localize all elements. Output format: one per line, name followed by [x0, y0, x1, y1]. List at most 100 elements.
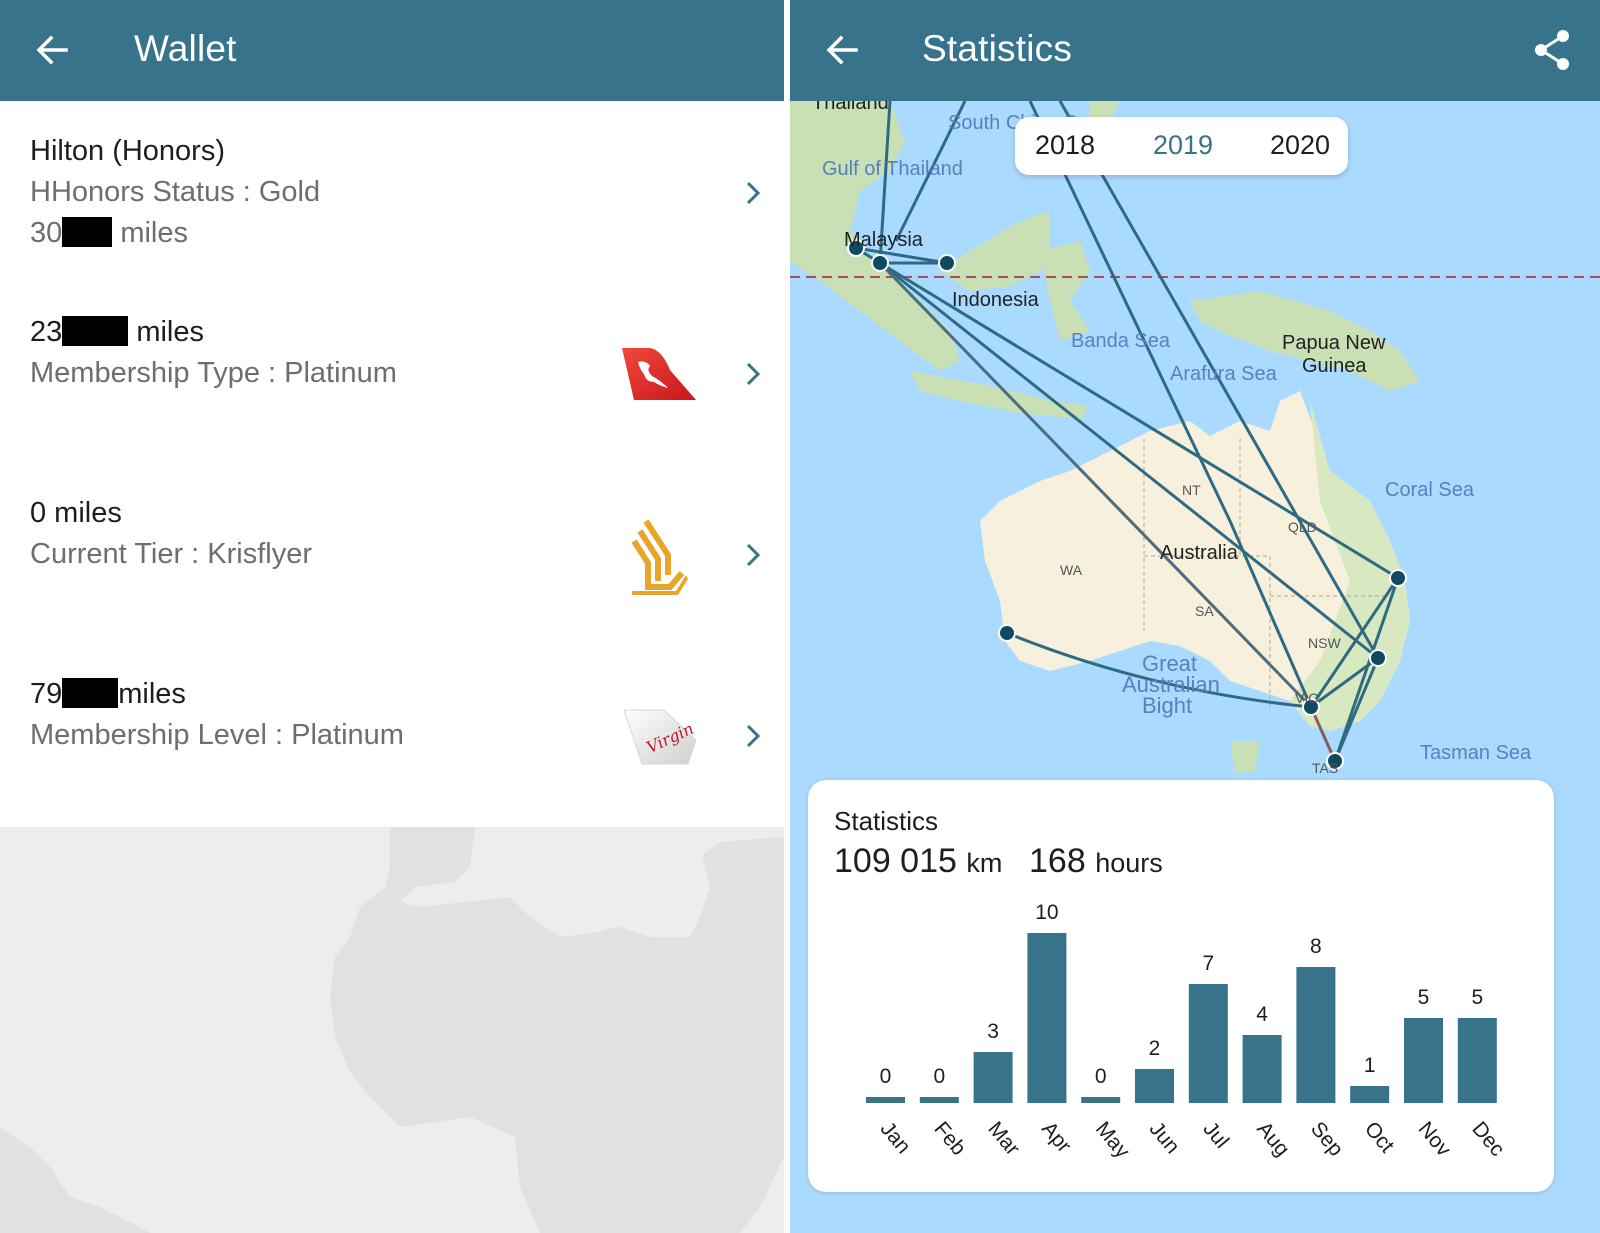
bar-jan	[866, 1097, 905, 1103]
bar-value-label: 7	[1202, 952, 1214, 975]
bar-jun	[1135, 1069, 1174, 1103]
wallet-app-bar: Wallet	[0, 0, 784, 101]
x-tick-label: Dec	[1467, 1117, 1509, 1160]
back-arrow-icon[interactable]	[32, 26, 72, 74]
bar-value-label: 0	[933, 1065, 945, 1088]
status-text: HHonors Status : Gold	[30, 176, 321, 208]
bar-value-label: 5	[1471, 986, 1483, 1009]
airport-perth[interactable]	[998, 624, 1016, 642]
year-tab-2019[interactable]: 2019	[1153, 130, 1213, 161]
chevron-right-icon[interactable]	[742, 720, 764, 752]
x-tick-label: Jul	[1198, 1117, 1233, 1152]
label-indonesia: Indonesia	[952, 289, 1040, 311]
label-papua-new-guinea: Papua New	[1282, 332, 1386, 354]
x-tick-label: Mar	[983, 1117, 1024, 1159]
x-tick-label: Feb	[929, 1117, 970, 1160]
miles-unit: miles	[136, 316, 204, 348]
bar-value-label: 2	[1149, 1037, 1161, 1060]
bar-value-label: 0	[880, 1065, 892, 1088]
wallet-item-hilton[interactable]: Hilton (Honors) HHonors Status : Gold 30…	[0, 101, 784, 282]
x-tick-label: Nov	[1414, 1117, 1456, 1161]
label-wa: WA	[1060, 562, 1083, 578]
airport-kuching[interactable]	[938, 254, 956, 272]
miles-balance: 0 miles	[30, 497, 122, 529]
status-text: Membership Type : Platinum	[30, 357, 397, 389]
page-title: Statistics	[922, 28, 1073, 69]
bar-oct	[1350, 1086, 1390, 1103]
label-malaysia: Malaysia	[844, 229, 924, 251]
label-gulf-of-thailand: Gulf of Thailand	[822, 158, 963, 180]
bar-jul	[1188, 984, 1228, 1103]
program-name: Hilton (Honors)	[30, 135, 225, 167]
redacted-block	[62, 678, 119, 708]
miles-balance: 23 miles	[30, 316, 204, 349]
year-tab-2020[interactable]: 2020	[1270, 130, 1330, 161]
label-coral-sea: Coral Sea	[1385, 479, 1475, 501]
monthly-flights-bar-chart: 0 Jan 0 Feb 3 Mar 10 Apr 0 May 2 Jun 7 Jul 4 Aug 8 Sep 1 Oc…	[866, 901, 1509, 1163]
miles-unit: miles	[118, 678, 186, 710]
bar-value-label: 5	[1418, 986, 1430, 1009]
label-tasman-sea: Tasman Sea	[1420, 742, 1532, 764]
bar-apr	[1027, 933, 1067, 1103]
bar-may	[1081, 1097, 1121, 1103]
year-tab-2018[interactable]: 2018	[1035, 130, 1095, 161]
x-tick-label: May	[1091, 1117, 1134, 1163]
wallet-item-qantas[interactable]: 23 miles Membership Type : Platinum	[0, 282, 784, 463]
status-text: Membership Level : Platinum	[30, 719, 404, 751]
bar-value-label: 3	[987, 1020, 999, 1043]
chevron-right-icon[interactable]	[742, 358, 764, 390]
x-tick-label: Oct	[1360, 1117, 1399, 1157]
label-australia: Australia	[1160, 542, 1239, 564]
miles-prefix: 79	[30, 678, 63, 710]
x-tick-label: Jun	[1145, 1117, 1184, 1158]
miles-balance: 79 miles	[30, 678, 186, 711]
background-world-map	[0, 827, 784, 1233]
bar-value-label: 1	[1364, 1054, 1376, 1077]
back-arrow-icon[interactable]	[822, 26, 862, 74]
world-map-image	[0, 827, 784, 1233]
bar-value-label: 4	[1256, 1003, 1268, 1026]
miles-unit: miles	[120, 217, 188, 249]
label-nt: NT	[1182, 482, 1201, 498]
year-selector: 2018 2019 2020	[1015, 117, 1348, 175]
chevron-right-icon[interactable]	[742, 177, 764, 209]
label-arafura-sea: Arafura Sea	[1170, 363, 1278, 385]
share-icon[interactable]	[1532, 28, 1572, 72]
bar-dec	[1457, 1018, 1497, 1103]
miles-prefix: 30	[30, 217, 63, 249]
bar-feb	[919, 1097, 959, 1103]
x-tick-label: Apr	[1037, 1117, 1076, 1157]
chevron-right-icon[interactable]	[742, 539, 764, 571]
status-text: Current Tier : Krisflyer	[30, 538, 312, 570]
miles-balance: 30 miles	[30, 217, 188, 250]
qantas-logo-icon	[622, 348, 696, 400]
singapore-airlines-logo-icon	[631, 519, 688, 595]
statistics-card: Statistics 109 015 km 168 hours 0 Jan 0 Feb…	[808, 780, 1554, 1192]
label-tas: TAS	[1312, 760, 1338, 776]
label-sa: SA	[1195, 603, 1214, 619]
miles-prefix: 23	[30, 316, 63, 348]
label-banda-sea: Banda Sea	[1071, 330, 1171, 352]
airport-singapore[interactable]	[871, 254, 889, 272]
statistics-app-bar: Statistics	[790, 0, 1600, 101]
bar-value-label: 8	[1310, 935, 1322, 958]
x-tick-label: Jan	[876, 1117, 915, 1158]
virgin-australia-logo-icon: Virgin	[623, 709, 697, 765]
x-tick-label: Sep	[1306, 1117, 1348, 1160]
bar-nov	[1404, 1018, 1443, 1103]
wallet-item-krisflyer[interactable]: 0 miles Current Tier : Krisflyer	[0, 463, 784, 644]
label-papua-new-guinea-2: Guinea	[1302, 355, 1367, 377]
airport-sydney[interactable]	[1369, 649, 1387, 667]
airport-brisbane[interactable]	[1389, 569, 1407, 587]
label-great-australian-bight-3: Bight	[1142, 693, 1192, 718]
bar-value-label: 10	[1035, 901, 1058, 924]
bar-mar	[973, 1052, 1013, 1103]
page-title: Wallet	[134, 28, 237, 69]
label-thailand: Thailand	[812, 101, 889, 114]
label-qld: QLD	[1288, 519, 1317, 535]
redacted-block	[62, 316, 129, 346]
bar-value-label: 0	[1095, 1065, 1107, 1088]
wallet-item-virgin[interactable]: 79 miles Membership Level : Platinum Virg…	[0, 644, 784, 825]
x-tick-label: Aug	[1252, 1117, 1294, 1160]
redacted-block	[62, 217, 113, 247]
